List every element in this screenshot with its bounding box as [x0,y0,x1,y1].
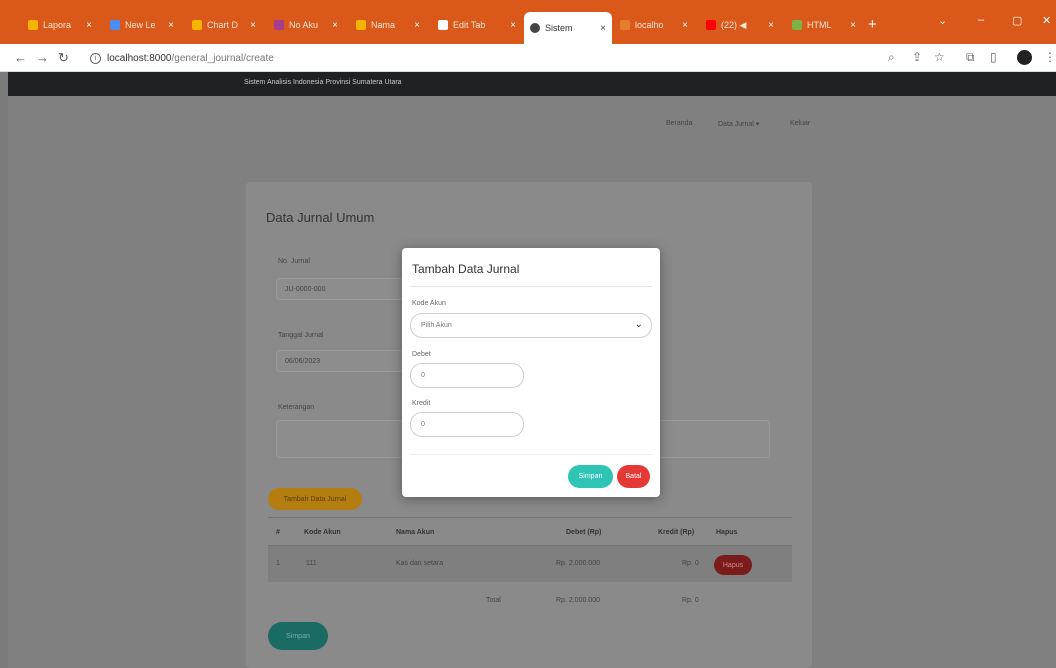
tab-favicon-icon [110,20,120,30]
col-header-kredit: Kredit (Rp) [658,529,695,536]
tanggal-label: Tanggal Jurnal [278,332,324,339]
browser-tab[interactable]: Nama × [350,14,426,36]
cell-debet: Rp. 2.000.000 [556,560,600,567]
divider [410,454,652,455]
close-icon[interactable]: × [409,20,420,31]
debet-field[interactable]: 0 [410,363,524,388]
debet-label: Debet [412,351,431,358]
profile-avatar[interactable] [1017,50,1032,65]
sidebar-icon[interactable]: ▯ [990,50,997,64]
close-window-icon[interactable]: ✕ [1042,14,1051,27]
col-header-kode: Kode Akun [304,529,341,536]
total-kredit: Rp. 0 [682,597,699,604]
total-label: Total [486,597,501,604]
save-journal-button[interactable]: Simpan [268,622,328,650]
add-journal-modal: Tambah Data Jurnal Kode Akun Pilih Akun … [402,248,660,497]
tab-favicon-icon [620,20,630,30]
kode-akun-select[interactable]: Pilih Akun ⌄ [410,313,652,338]
menu-keluar[interactable]: Keluar [790,120,810,127]
browser-tab[interactable]: (22) ◀ × [700,14,780,36]
tanggal-field[interactable]: 06/06/2023 [276,350,406,372]
reload-icon[interactable]: ↻ [58,50,69,66]
zoom-icon[interactable]: ⌕ [888,50,895,65]
close-icon[interactable]: × [327,20,338,31]
menu-beranda[interactable]: Beranda [666,120,692,127]
cell-kode: 111 [306,560,317,567]
maximize-icon[interactable]: ▢ [1012,14,1022,27]
close-icon[interactable]: × [595,23,606,34]
browser-tab[interactable]: Edit Tab × [432,14,522,36]
add-journal-button[interactable]: Tambah Data Jurnal [268,488,362,510]
tab-favicon-icon [356,20,366,30]
kebab-menu-icon[interactable]: ⋮ [1044,50,1056,64]
keterangan-label: Keterangan [278,404,315,411]
tab-favicon-icon [192,20,202,30]
delete-row-button[interactable]: Hapus [714,555,752,575]
tab-favicon-icon [792,20,802,30]
tab-favicon-icon [438,20,448,30]
col-header-no: # [276,529,280,536]
address-bar: ← → ↻ i localhost:8000/general_journal/c… [0,44,1056,72]
col-header-hapus: Hapus [716,529,738,536]
tab-favicon-icon [530,23,540,33]
browser-tab[interactable]: Chart D × [186,14,262,36]
browser-tab-active[interactable]: Sistem × [524,12,612,44]
kode-akun-label: Kode Akun [412,300,446,307]
tab-favicon-icon [706,20,716,30]
tab-favicon-icon [274,20,284,30]
close-icon[interactable]: × [763,20,774,31]
tab-favicon-icon [28,20,38,30]
total-debet: Rp. 2.000.000 [556,597,600,604]
browser-tab[interactable]: HTML × [786,14,862,36]
kredit-field[interactable]: 0 [410,412,524,437]
no-jurnal-label: No. Jurnal [278,258,310,265]
chevron-down-icon: ⌄ [634,319,643,330]
modal-title: Tambah Data Jurnal [412,262,520,276]
cancel-button[interactable]: Batal [617,465,650,488]
cell-no: 1 [276,560,280,567]
back-icon[interactable]: ← [14,50,27,65]
close-icon[interactable]: × [163,20,174,31]
no-jurnal-field[interactable]: JU-0000-000 [276,278,406,300]
cell-kredit: Rp. 0 [682,560,699,567]
close-icon[interactable]: × [505,20,516,31]
browser-tab[interactable]: Lapora × [22,14,98,36]
new-tab-icon[interactable]: + [868,16,877,33]
info-icon: i [90,52,101,64]
extensions-icon[interactable]: ⧉ [966,50,975,65]
url-input[interactable]: i localhost:8000/general_journal/create [90,48,880,68]
forward-icon[interactable]: → [36,50,49,65]
browser-tab[interactable]: No Aku × [268,14,344,36]
divider [268,517,792,518]
share-icon[interactable]: ⇪ [912,50,922,64]
col-header-debet: Debet (Rp) [566,529,602,536]
browser-tab[interactable]: New Le × [104,14,180,36]
page-title: Data Jurnal Umum [266,210,375,225]
navbar-brand[interactable]: Sistem Analisis Indonesia Provinsi Sumat… [244,79,402,86]
close-icon[interactable]: × [245,20,256,31]
chevron-down-icon[interactable]: ⌄ [938,14,947,27]
menu-data-jurnal[interactable]: Data Jurnal ▾ [718,120,759,128]
col-header-nama: Nama Akun [396,529,435,536]
star-icon[interactable]: ☆ [934,50,945,64]
app-navbar: Sistem Analisis Indonesia Provinsi Sumat… [8,72,1056,96]
save-button[interactable]: Simpan [568,465,613,488]
minimize-icon[interactable]: – [978,14,984,26]
close-icon[interactable]: × [677,20,688,31]
browser-tab-strip: Lapora × New Le × Chart D × No Aku × Nama × E… [0,0,1056,44]
cell-nama: Kas dan setara [396,560,444,567]
divider [410,286,652,287]
browser-tab[interactable]: localho × [614,14,694,36]
close-icon[interactable]: × [845,20,856,31]
close-icon[interactable]: × [81,20,92,31]
kredit-label: Kredit [412,400,431,407]
